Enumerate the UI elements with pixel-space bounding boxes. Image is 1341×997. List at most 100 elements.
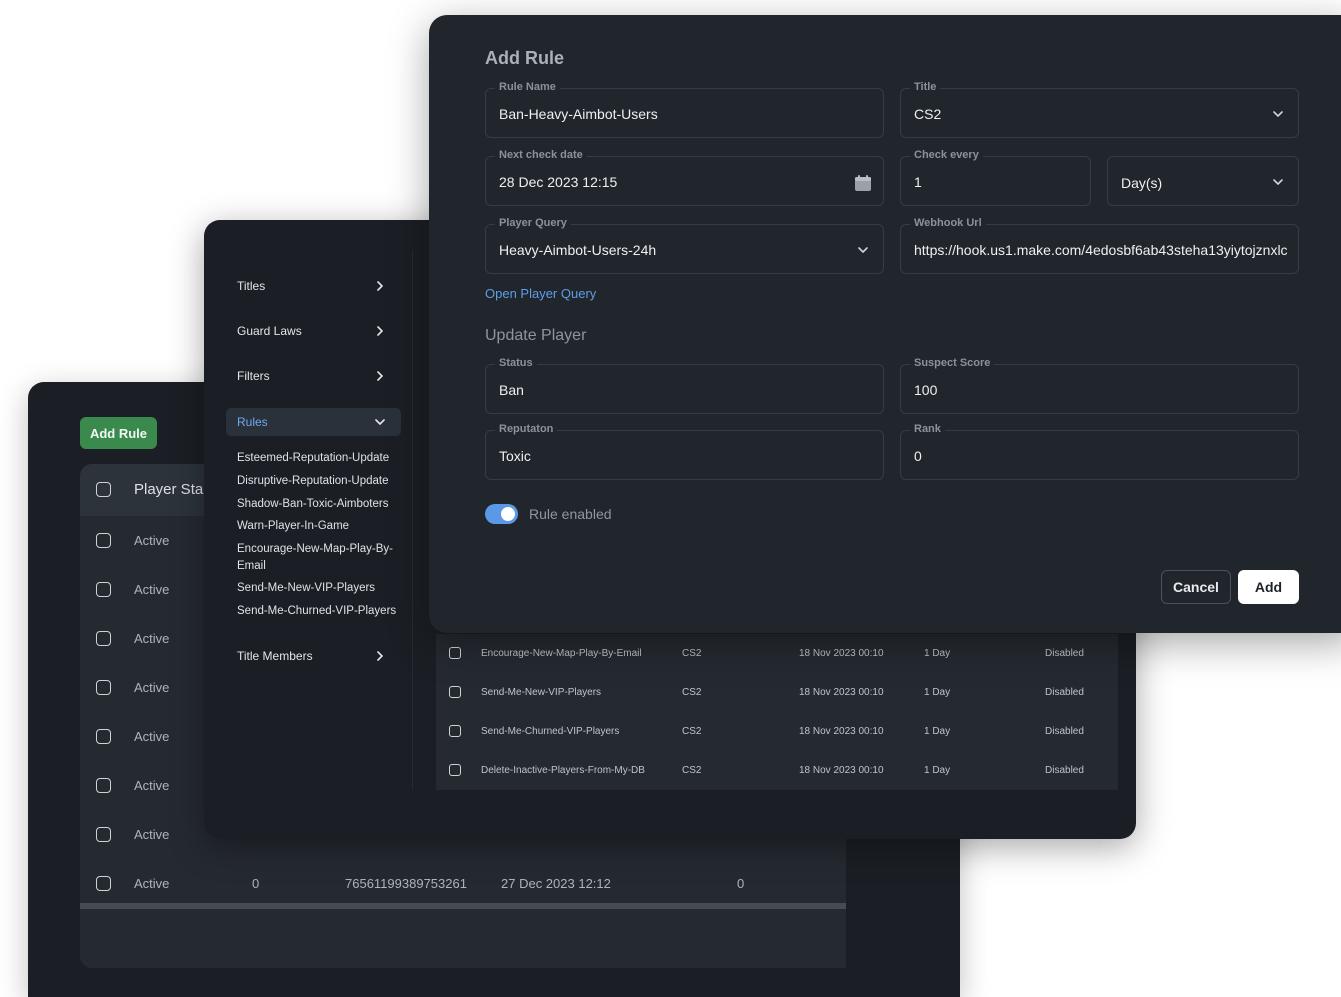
column-header-player-status[interactable]: Player Sta xyxy=(134,481,203,498)
rule-title: CS2 xyxy=(682,687,702,698)
sidebar-item-filters[interactable]: Filters xyxy=(226,362,401,390)
sidebar-item-rules[interactable]: Rules xyxy=(226,408,401,436)
rule-next-check: 18 Nov 2023 00:10 xyxy=(799,687,884,698)
horizontal-scrollbar[interactable] xyxy=(80,903,846,909)
sidebar-item-label: Titles xyxy=(237,279,266,293)
rule-state: Disabled xyxy=(1045,687,1084,698)
rule-interval: 1 Day xyxy=(924,648,951,659)
row-date: 27 Dec 2023 12:12 xyxy=(501,876,611,891)
sidebar-item-guard-laws[interactable]: Guard Laws xyxy=(226,317,401,345)
table-row[interactable]: Delete-Inactive-Players-From-My-DB CS2 1… xyxy=(436,751,1118,790)
sidebar-item-label: Rules xyxy=(237,415,268,429)
calendar-icon[interactable] xyxy=(853,173,873,193)
field-label: Player Query xyxy=(495,217,571,229)
open-player-query-link[interactable]: Open Player Query xyxy=(485,286,596,301)
field-label: Title xyxy=(910,81,941,93)
rule-interval: 1 Day xyxy=(924,765,951,776)
row-checkbox[interactable] xyxy=(96,533,111,548)
field-label: Rank xyxy=(910,423,945,435)
sidebar-subitem-rule[interactable]: Send-Me-Churned-VIP-Players xyxy=(237,603,407,620)
title-select[interactable]: Title CS2 xyxy=(900,81,1299,138)
sidebar-item-title-members[interactable]: Title Members xyxy=(226,642,401,670)
update-player-heading: Update Player xyxy=(485,327,587,344)
add-button[interactable]: Add xyxy=(1238,570,1299,604)
chevron-down-icon xyxy=(1273,111,1283,117)
sidebar-divider xyxy=(412,250,413,790)
rank-value: 0 xyxy=(914,448,922,464)
cancel-button[interactable]: Cancel xyxy=(1161,570,1231,604)
row-status: Active xyxy=(134,631,170,646)
rule-enabled-toggle[interactable] xyxy=(485,504,518,524)
row-checkbox[interactable] xyxy=(449,725,461,737)
player-query-value: Heavy-Aimbot-Users-24h xyxy=(499,242,657,258)
table-row[interactable]: Send-Me-Churned-VIP-Players CS2 18 Nov 2… xyxy=(436,712,1118,751)
chevron-right-icon xyxy=(377,281,383,291)
webhook-url-field[interactable]: Webhook Url https://hook.us1.make.com/4e… xyxy=(900,217,1299,274)
check-every-value: 1 xyxy=(914,174,922,190)
chevron-right-icon xyxy=(377,651,383,661)
row-checkbox[interactable] xyxy=(449,686,461,698)
reputation-field[interactable]: Reputaton Toxic xyxy=(485,423,884,480)
rule-state: Disabled xyxy=(1045,765,1084,776)
sidebar-subitem-rule[interactable]: Encourage-New-Map-Play-By-Email xyxy=(237,541,405,575)
status-field[interactable]: Status Ban xyxy=(485,357,884,414)
rule-name: Send-Me-Churned-VIP-Players xyxy=(481,726,620,737)
sidebar-subitem-rule[interactable]: Disruptive-Reputation-Update xyxy=(237,473,407,490)
chevron-down-icon xyxy=(858,247,868,253)
sidebar-item-label: Filters xyxy=(237,369,270,383)
chevron-down-icon xyxy=(375,419,385,425)
row-status: Active xyxy=(134,778,170,793)
row-checkbox[interactable] xyxy=(96,827,111,842)
status-value: Ban xyxy=(499,382,524,398)
row-checkbox[interactable] xyxy=(96,631,111,646)
rule-name: Encourage-New-Map-Play-By-Email xyxy=(481,648,642,659)
select-all-checkbox[interactable] xyxy=(96,482,111,497)
sidebar-subitem-rule[interactable]: Warn-Player-In-Game xyxy=(237,518,407,535)
field-label: Webhook Url xyxy=(910,217,986,229)
rule-title: CS2 xyxy=(682,765,702,776)
table-row[interactable]: Send-Me-New-VIP-Players CS2 18 Nov 2023 … xyxy=(436,673,1118,712)
table-row[interactable]: Active 0 76561199389753261 27 Dec 2023 1… xyxy=(80,859,846,908)
sidebar-item-label: Guard Laws xyxy=(237,324,302,338)
add-rule-button[interactable]: Add Rule xyxy=(80,417,157,449)
reputation-value: Toxic xyxy=(499,448,531,464)
sidebar-subitem-rule[interactable]: Shadow-Ban-Toxic-Aimboters xyxy=(237,496,407,513)
suspect-score-field[interactable]: Suspect Score 100 xyxy=(900,357,1299,414)
row-checkbox[interactable] xyxy=(96,778,111,793)
toggle-knob xyxy=(501,507,515,521)
row-steam-id: 76561199389753261 xyxy=(345,876,467,891)
rules-table: Encourage-New-Map-Play-By-Email CS2 18 N… xyxy=(436,634,1118,790)
rule-enabled-label: Rule enabled xyxy=(529,506,612,522)
rule-name-field[interactable]: Rule Name Ban-Heavy-Aimbot-Users xyxy=(485,81,884,138)
player-query-select[interactable]: Player Query Heavy-Aimbot-Users-24h xyxy=(485,217,884,274)
chevron-right-icon xyxy=(377,326,383,336)
rule-state: Disabled xyxy=(1045,648,1084,659)
row-checkbox[interactable] xyxy=(96,876,111,891)
check-unit-select[interactable]: Day(s) xyxy=(1107,156,1299,206)
row-checkbox[interactable] xyxy=(449,647,461,659)
chevron-down-icon xyxy=(1273,179,1283,185)
check-every-field[interactable]: Check every 1 xyxy=(900,149,1091,206)
rule-title: CS2 xyxy=(682,648,702,659)
row-checkbox[interactable] xyxy=(449,764,461,776)
sidebar-subitem-rule[interactable]: Esteemed-Reputation-Update xyxy=(237,450,407,467)
row-checkbox[interactable] xyxy=(96,729,111,744)
next-check-date-field[interactable]: Next check date 28 Dec 2023 12:15 xyxy=(485,149,884,206)
sidebar-item-titles[interactable]: Titles xyxy=(226,272,401,300)
rule-name: Delete-Inactive-Players-From-My-DB xyxy=(481,765,645,776)
rule-interval: 1 Day xyxy=(924,726,951,737)
rule-next-check: 18 Nov 2023 00:10 xyxy=(799,726,884,737)
rule-next-check: 18 Nov 2023 00:10 xyxy=(799,648,884,659)
suspect-score-value: 100 xyxy=(914,382,938,398)
field-label: Suspect Score xyxy=(910,357,995,369)
row-checkbox[interactable] xyxy=(96,680,111,695)
rule-name-value: Ban-Heavy-Aimbot-Users xyxy=(499,106,658,122)
field-label: Status xyxy=(495,357,537,369)
row-checkbox[interactable] xyxy=(96,582,111,597)
table-row[interactable]: Encourage-New-Map-Play-By-Email CS2 18 N… xyxy=(436,634,1118,673)
dialog-title: Add Rule xyxy=(485,48,564,68)
row-score: 0 xyxy=(252,876,260,891)
rank-field[interactable]: Rank 0 xyxy=(900,423,1299,480)
row-status: Active xyxy=(134,827,170,842)
sidebar-subitem-rule[interactable]: Send-Me-New-VIP-Players xyxy=(237,580,407,597)
